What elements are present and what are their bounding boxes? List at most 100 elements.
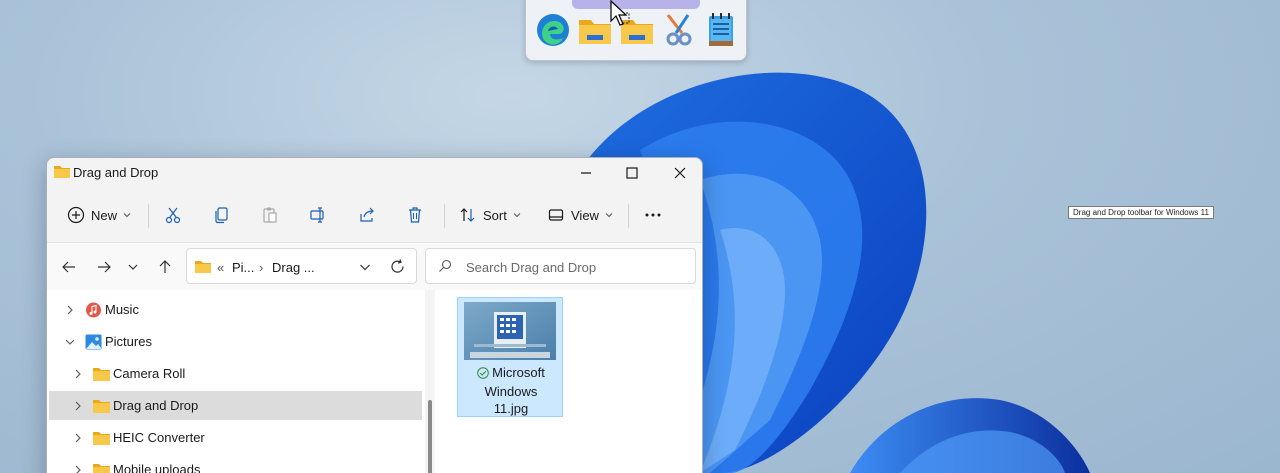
chevron-down-icon[interactable]	[65, 337, 75, 347]
plus-circle-icon	[67, 206, 85, 224]
drag-drop-toolbar[interactable]	[525, 0, 747, 61]
share-icon	[360, 207, 374, 222]
command-separator	[148, 204, 149, 228]
minimize-icon	[581, 172, 591, 174]
file-name-line: 11.jpg	[493, 400, 529, 416]
notepad-icon[interactable]	[702, 11, 740, 49]
chevron-down-icon	[128, 264, 138, 270]
folder-icon	[93, 463, 110, 473]
copy-button[interactable]	[213, 199, 231, 231]
chevron-down-icon	[513, 213, 521, 218]
file-explorer-window[interactable]: Drag and Drop New Sort View « Pi... › Dr…	[46, 157, 703, 473]
minimize-button[interactable]	[563, 158, 609, 188]
scissors-icon[interactable]	[660, 11, 698, 49]
chevron-right-icon[interactable]	[73, 401, 83, 411]
up-button[interactable]	[155, 257, 175, 277]
edge-icon[interactable]	[534, 11, 572, 49]
search-box[interactable]: Search Drag and Drop	[425, 248, 696, 284]
cut-button[interactable]	[164, 199, 182, 231]
chevron-down-icon	[605, 213, 613, 218]
sort-label: Sort	[483, 207, 507, 223]
toolbar-grip-handle[interactable]	[572, 0, 700, 9]
address-segment-pictures[interactable]: Pi...	[232, 260, 254, 275]
file-name-line: Microsoft	[492, 365, 545, 380]
file-name-line: Windows	[484, 383, 538, 399]
chevron-down-icon[interactable]	[359, 261, 371, 273]
back-button[interactable]	[59, 257, 79, 277]
scissors-icon	[165, 207, 181, 224]
tree-item-music[interactable]: Music	[49, 295, 422, 324]
recent-locations-button[interactable]	[123, 257, 143, 277]
file-list: Microsoft Windows 11.jpg	[435, 290, 702, 473]
window-title: Drag and Drop	[73, 165, 159, 180]
chevron-right-icon[interactable]	[65, 305, 75, 315]
close-icon	[674, 167, 686, 179]
toolbar-tooltip: Drag and Drop toolbar for Windows 11	[1068, 206, 1214, 219]
command-separator	[444, 204, 445, 228]
chevron-right-icon[interactable]	[73, 465, 83, 473]
file-item[interactable]: Microsoft Windows 11.jpg	[457, 297, 563, 417]
tree-item-label: Music	[105, 302, 139, 317]
folder-icon	[93, 367, 110, 381]
maximize-button[interactable]	[609, 158, 655, 188]
new-label: New	[91, 207, 118, 223]
search-input[interactable]: Search Drag and Drop	[466, 260, 596, 275]
chevron-right-icon[interactable]	[73, 369, 83, 379]
folder-icon	[54, 166, 70, 178]
command-separator	[628, 204, 629, 228]
chevron-down-icon	[123, 213, 131, 218]
new-button[interactable]: New	[67, 199, 131, 231]
folder-icon	[93, 431, 110, 445]
tree-item-heic-converter[interactable]: HEIC Converter	[49, 423, 422, 452]
rename-icon	[310, 207, 324, 223]
arrow-left-icon	[62, 261, 75, 273]
tree-item-label: HEIC Converter	[113, 430, 205, 445]
navigation-scrollbar[interactable]	[425, 290, 435, 473]
sort-button[interactable]: Sort	[459, 199, 521, 231]
tree-item-camera-roll[interactable]: Camera Roll	[49, 359, 422, 388]
search-icon	[439, 259, 452, 272]
paste-button[interactable]	[261, 199, 279, 231]
tree-item-label: Camera Roll	[113, 366, 186, 381]
close-button[interactable]	[657, 158, 702, 188]
share-button[interactable]	[358, 199, 376, 231]
copy-icon	[215, 207, 228, 224]
address-segment-drag[interactable]: Drag ...	[272, 260, 315, 275]
scrollbar-thumb[interactable]	[428, 400, 432, 473]
tree-item-drag-and-drop[interactable]: Drag and Drop	[49, 391, 422, 420]
view-button[interactable]: View	[547, 199, 613, 231]
tree-item-pictures[interactable]: Pictures	[49, 327, 422, 356]
pictures-icon	[85, 334, 102, 349]
more-icon	[645, 213, 661, 217]
tree-item-mobile-uploads[interactable]: Mobile uploads	[49, 455, 422, 473]
file-name: Microsoft Windows 11.jpg	[458, 364, 564, 417]
chevron-right-icon[interactable]	[73, 433, 83, 443]
clipboard-icon	[263, 207, 277, 223]
arrow-up-icon	[159, 260, 171, 273]
forward-button[interactable]	[94, 257, 114, 277]
trash-icon	[409, 207, 421, 223]
content-area: Music Pictures Camera Roll Drag and Drop…	[47, 290, 702, 473]
tree-item-label: Pictures	[105, 334, 152, 349]
address-overflow[interactable]: «	[217, 260, 224, 275]
mouse-cursor-icon	[610, 0, 628, 26]
tree-item-label: Mobile uploads	[113, 462, 201, 473]
more-options-button[interactable]	[644, 199, 662, 231]
synced-check-icon	[477, 366, 489, 379]
view-icon	[548, 209, 564, 221]
delete-button[interactable]	[406, 199, 424, 231]
sort-icon	[460, 208, 475, 222]
folder-icon	[195, 261, 211, 273]
navigation-pane: Music Pictures Camera Roll Drag and Drop…	[47, 290, 425, 473]
address-arrow[interactable]: ›	[259, 260, 263, 275]
address-row: « Pi... › Drag ... Search Drag and Drop	[47, 242, 702, 290]
refresh-icon[interactable]	[390, 259, 405, 274]
title-bar[interactable]: Drag and Drop	[47, 158, 702, 188]
image-thumbnail	[464, 302, 556, 360]
arrow-right-icon	[98, 261, 111, 273]
rename-button[interactable]	[309, 199, 327, 231]
folder-icon	[93, 399, 110, 413]
view-label: View	[571, 207, 599, 223]
tree-item-label: Drag and Drop	[113, 398, 199, 413]
address-bar[interactable]: « Pi... › Drag ...	[186, 248, 417, 284]
